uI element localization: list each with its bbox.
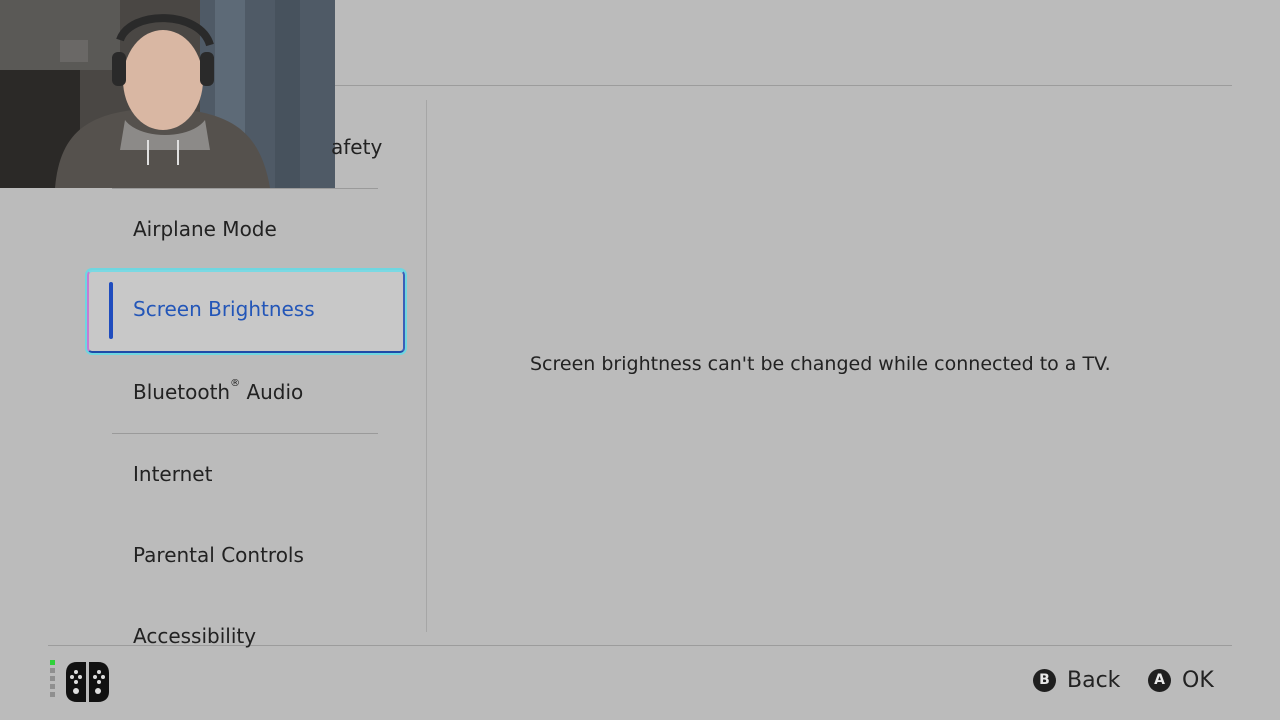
pane-divider [426,100,427,632]
menu-item-internet[interactable]: Internet [133,462,212,486]
menu-item-label: Bluetooth [133,380,231,404]
settings-screen: afety Airplane Mode Screen Brightness Bl… [0,0,1280,720]
ok-label: OK [1182,667,1214,693]
menu-item-label: Screen Brightness [133,297,315,321]
menu-divider [112,188,378,189]
webcam-image [0,0,335,188]
webcam-overlay [0,0,335,188]
menu-item-parental-controls[interactable]: Parental Controls [133,543,304,567]
menu-divider [112,433,378,434]
joycon-icon [50,660,109,702]
back-label: Back [1067,667,1121,693]
brightness-message: Screen brightness can't be changed while… [530,353,1111,375]
menu-item-label-suffix: Audio [240,380,304,404]
trademark-symbol: ® [230,378,241,389]
menu-item-screen-brightness[interactable]: Screen Brightness [87,270,405,353]
header-divider [335,85,1232,86]
a-button-icon: A [1148,668,1171,692]
menu-item-bluetooth-audio[interactable]: Bluetooth® Audio [133,378,304,404]
selection-indicator [109,282,113,339]
ok-button[interactable]: A OK [1148,666,1214,694]
b-button-icon: B [1033,668,1056,692]
menu-item-airplane-mode[interactable]: Airplane Mode [133,217,277,241]
menu-item-partial[interactable]: afety [331,135,382,159]
menu-item-accessibility[interactable]: Accessibility [133,624,256,648]
back-button[interactable]: B Back [1033,666,1120,694]
controller-status [50,660,112,708]
